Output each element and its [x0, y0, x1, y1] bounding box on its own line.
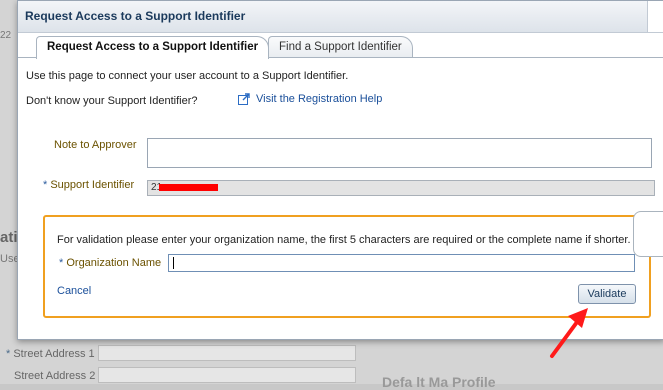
- intro-text: Use this page to connect your user accou…: [26, 70, 349, 82]
- support-id-field: 21: [147, 180, 655, 196]
- dialog-titlebar: Request Access to a Support Identifier: [18, 1, 663, 33]
- red-arrow-annotation: [550, 308, 588, 358]
- tab-request-access[interactable]: Request Access to a Support Identifier: [36, 36, 270, 59]
- bg-snippet-heading: ati: [0, 229, 18, 246]
- note-input[interactable]: [147, 138, 652, 168]
- cancel-link[interactable]: Cancel: [57, 285, 91, 297]
- bg-street1-label: * Street Address 1: [6, 348, 95, 360]
- bg-snippet-top: 22: [0, 30, 12, 41]
- bg-street1-field: [98, 345, 356, 361]
- tab-bar: Request Access to a Support Identifier F…: [18, 34, 663, 59]
- text-caret: [173, 257, 174, 269]
- redaction-mark: [159, 184, 218, 191]
- external-link-icon: [238, 93, 250, 105]
- validation-message: For validation please enter your organiz…: [57, 234, 631, 246]
- request-access-dialog: Request Access to a Support Identifier R…: [17, 0, 663, 340]
- support-id-label: * Support Identifier: [43, 179, 135, 191]
- help-bubble: [633, 211, 663, 257]
- bg-bottom-heading: Defa lt Ma Profile: [382, 374, 496, 390]
- bg-street2-label: Street Address 2: [14, 370, 96, 382]
- org-name-label: * Organization Name: [59, 257, 162, 269]
- bg-street2-field: [98, 367, 356, 383]
- note-label: Note to Approver: [54, 139, 137, 151]
- tab-find-support-identifier[interactable]: Find a Support Identifier: [268, 36, 413, 58]
- dialog-title: Request Access to a Support Identifier: [25, 9, 246, 23]
- org-name-input[interactable]: [168, 254, 635, 272]
- close-button[interactable]: [647, 1, 663, 32]
- registration-help-link[interactable]: Visit the Registration Help: [256, 93, 382, 105]
- dont-know-text: Don't know your Support Identifier?: [26, 95, 198, 107]
